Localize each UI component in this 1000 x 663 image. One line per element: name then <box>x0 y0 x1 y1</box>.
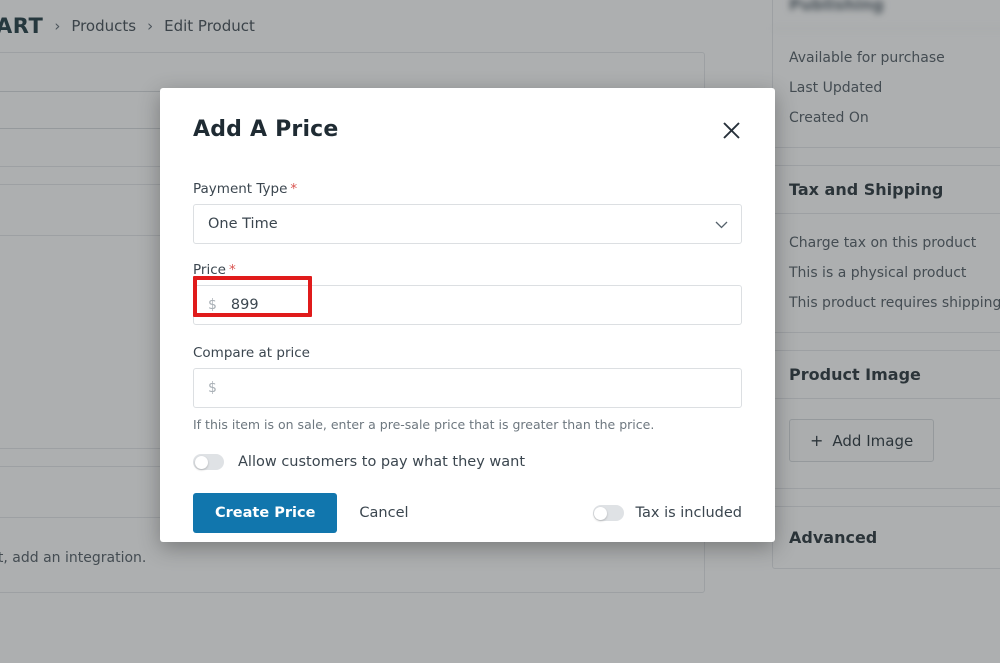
price-input[interactable]: $ 899 <box>193 285 742 325</box>
modal-body: Payment Type* One Time Price* $ 899 <box>193 181 742 533</box>
modal-header: Add A Price <box>193 88 742 145</box>
currency-symbol-icon: $ <box>208 297 217 313</box>
pay-what-you-want-label: Allow customers to pay what they want <box>238 454 525 470</box>
price-input-row: $ 899 <box>193 285 742 325</box>
payment-type-required-asterisk: * <box>290 181 297 197</box>
create-price-button[interactable]: Create Price <box>193 493 337 533</box>
compare-at-price-help: If this item is on sale, enter a pre-sal… <box>193 417 742 432</box>
price-value: 899 <box>231 297 259 313</box>
compare-price-group: Compare at price $ If this item is on sa… <box>193 345 742 432</box>
currency-symbol-icon: $ <box>208 380 217 396</box>
pay-what-you-want-toggle[interactable] <box>193 454 224 470</box>
price-label-text: Price <box>193 262 226 278</box>
add-price-modal: Add A Price Payment Type* One Time Pri <box>160 88 775 542</box>
payment-type-label: Payment Type* <box>193 181 742 197</box>
close-icon[interactable] <box>716 115 746 145</box>
modal-footer: Create Price Cancel Tax is included <box>193 493 742 533</box>
compare-at-price-input[interactable]: $ <box>193 368 742 408</box>
tax-included-row: Tax is included <box>593 505 742 521</box>
price-label: Price* <box>193 262 742 278</box>
payment-type-select[interactable]: One Time <box>193 204 742 244</box>
compare-at-price-label: Compare at price <box>193 345 742 361</box>
price-field-group: Price* $ 899 <box>193 262 742 325</box>
cancel-button[interactable]: Cancel <box>359 505 408 521</box>
payment-type-label-text: Payment Type <box>193 181 287 197</box>
tax-included-label: Tax is included <box>636 505 742 521</box>
payment-type-select-wrap: One Time <box>193 204 742 244</box>
pay-what-you-want-row: Allow customers to pay what they want <box>193 454 742 470</box>
modal-title: Add A Price <box>193 117 339 142</box>
price-required-asterisk: * <box>229 262 236 278</box>
payment-type-value: One Time <box>208 216 278 232</box>
tax-included-toggle[interactable] <box>593 505 624 521</box>
